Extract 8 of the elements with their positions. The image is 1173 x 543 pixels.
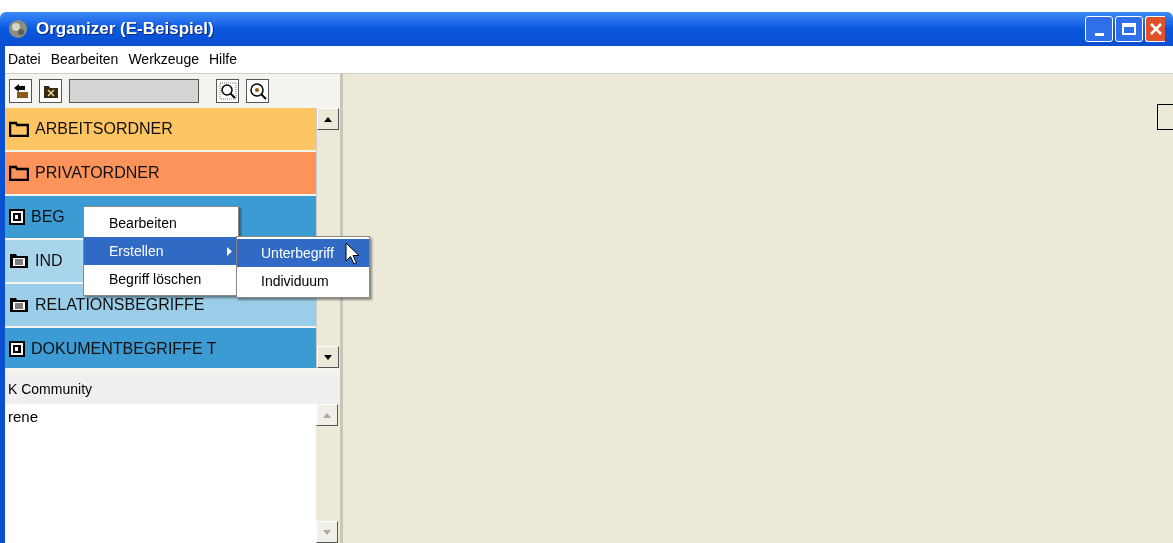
row-label: DOKUMENTBEGRIFFE T [31, 339, 217, 359]
row-label: ARBEITSORDNER [35, 119, 173, 139]
community-header: K Community [5, 374, 340, 404]
window-title: Organizer (E-Beispiel) [36, 18, 214, 41]
row-label: PRIVATORDNER [35, 163, 160, 183]
row-label: RELATIONSBEGRIFFE [35, 295, 205, 315]
row-label: BEG [31, 207, 65, 227]
row-label: IND [35, 251, 63, 271]
